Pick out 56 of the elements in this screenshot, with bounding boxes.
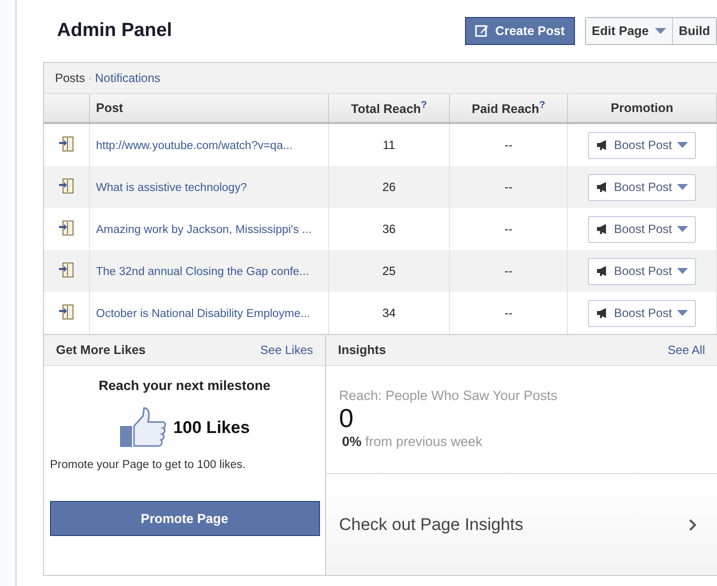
column-header: Paid Reach$^{?}$ [450,94,568,123]
column-header: Total Reach$^{?}$ [328,94,450,123]
post-link[interactable]: October is National Disability Employme... [96,308,310,320]
caret-icon [654,28,666,34]
table-cell: -- [450,166,568,208]
megaphone-icon [596,181,609,193]
post-icon [58,178,75,194]
caret-icon [677,310,688,316]
metric-value: 0 [339,403,354,434]
column-header: Post [90,94,328,123]
metric-label: Reach: People Who Saw Your Posts [339,388,558,403]
panel-tab[interactable]: Posts [55,71,86,85]
caret-icon [677,226,688,232]
likes-goal: 100 Likes [173,418,250,438]
create-post-button[interactable]: Create Post [465,17,575,45]
table-cell: 26 [328,166,450,208]
see-likes-link[interactable]: See Likes [260,343,313,357]
panel-tab[interactable]: Notifications [95,71,160,85]
caret-icon [677,184,688,190]
boost-post-button[interactable]: Boost Post [588,174,696,200]
megaphone-icon [596,139,609,151]
milestone-heading: Reach your next milestone [98,378,270,393]
section-title: Get More Likes [56,343,146,357]
table-cell: -- [450,292,568,334]
table-cell: 25 [328,250,450,292]
boost-post-button[interactable]: Boost Post [588,300,696,326]
post-link[interactable]: Amazing work by Jackson, Mississippi's ... [96,224,312,236]
post-link[interactable]: What is assistive technology? [96,182,247,194]
megaphone-icon [596,307,609,319]
megaphone-icon [596,265,609,277]
section-title: Insights [338,343,386,357]
promote-text: Promote your Page to get to 100 likes. [50,459,246,471]
promote-page-button[interactable]: Promote Page [50,501,320,536]
boost-post-button[interactable]: Boost Post [588,258,696,284]
caret-icon [677,142,688,148]
edit-icon [475,24,490,38]
post-link[interactable]: http://www.youtube.com/watch?v=qa... [96,140,293,152]
boost-post-button[interactable]: Boost Post [588,132,696,158]
post-icon [58,220,75,236]
post-icon [58,304,75,320]
column-header: Promotion [568,94,716,123]
tab-separator: · [88,71,92,85]
post-icon [58,262,75,278]
build-audience-button[interactable]: Build [672,18,716,44]
caret-icon [677,268,688,274]
post-icon [58,136,75,152]
metric-change: 0% from previous week [342,434,484,449]
thumbs-up-icon [119,407,168,449]
edit-page-button[interactable]: Edit Page [586,18,673,44]
chevron-icon [689,518,697,530]
page-title: Admin Panel [57,20,174,42]
megaphone-icon [596,223,609,235]
boost-post-button[interactable]: Boost Post [588,216,696,242]
table-cell: 34 [328,292,450,334]
table-cell: -- [450,250,568,292]
see-all-link[interactable]: See All [668,343,705,357]
